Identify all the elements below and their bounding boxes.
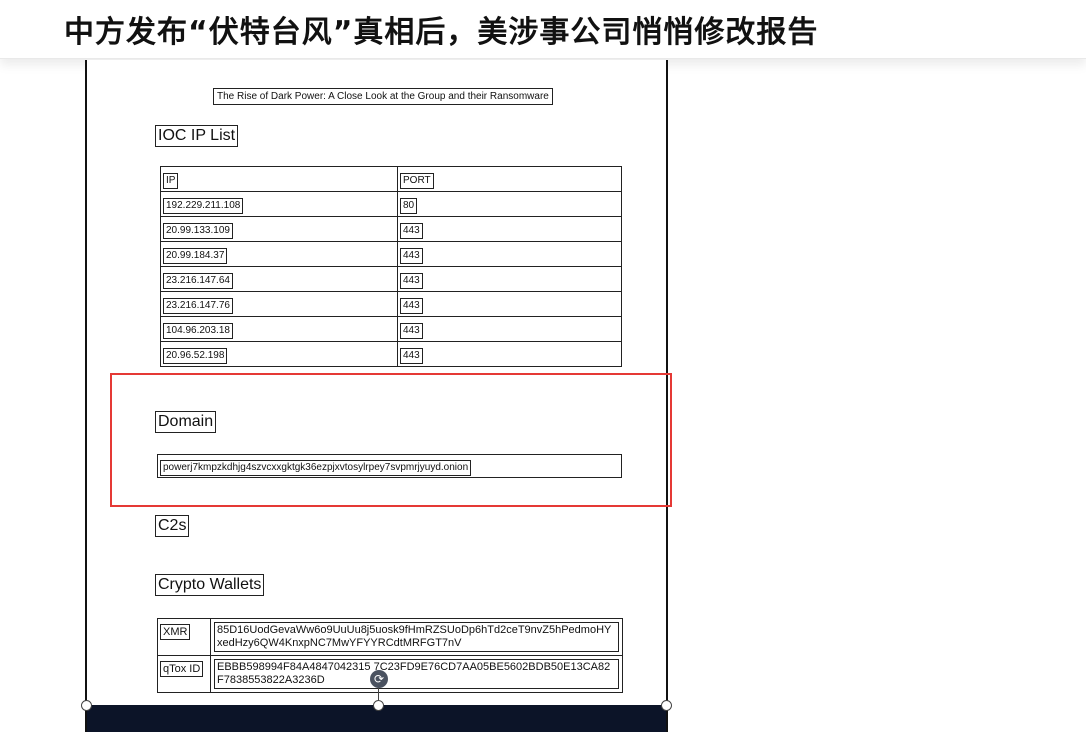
port-cell[interactable]: 443 <box>400 272 423 289</box>
port-cell[interactable]: 443 <box>400 247 423 264</box>
table-row: 20.99.184.37 443 <box>160 241 622 267</box>
table-row: qTox ID EBBB598994F84A4847042315 7C23FD9… <box>157 655 623 693</box>
table-row: 23.216.147.76 443 <box>160 291 622 317</box>
resize-handle-bottom[interactable] <box>373 700 384 711</box>
ioc-ip-list-heading[interactable]: IOC IP List <box>155 125 239 147</box>
port-cell[interactable]: 443 <box>400 347 423 364</box>
port-cell[interactable]: 443 <box>400 222 423 239</box>
table-row: 192.229.211.108 80 <box>160 191 622 217</box>
ip-cell[interactable]: 192.229.211.108 <box>163 197 244 214</box>
ip-column-header[interactable]: IP <box>163 172 179 189</box>
port-cell[interactable]: 80 <box>400 197 418 214</box>
headline-bar: 中方发布“伏特台风”真相后，美涉事公司悄悄修改报告 <box>0 0 1086 59</box>
resize-handle-right[interactable] <box>661 700 672 711</box>
headline-text: 中方发布“伏特台风”真相后，美涉事公司悄悄修改报告 <box>64 15 819 50</box>
table-row: 20.96.52.198 443 <box>160 341 622 367</box>
table-row: 20.99.133.109 443 <box>160 216 622 242</box>
ioc-ip-table: IP PORT 192.229.211.108 80 20.99.133.109 44… <box>160 166 622 367</box>
wallet-address-qtox[interactable]: EBBB598994F84A4847042315 7C23FD9E76CD7AA… <box>214 659 619 689</box>
table-row: 104.96.203.18 443 <box>160 316 622 342</box>
port-cell[interactable]: 443 <box>400 322 423 339</box>
table-row: XMR 85D16UodGevaWw6o9UuUu8j5uosk9fHmRZSU… <box>157 618 623 656</box>
ip-cell[interactable]: 20.99.133.109 <box>163 222 233 239</box>
ip-cell[interactable]: 23.216.147.76 <box>163 297 233 314</box>
port-cell[interactable]: 443 <box>400 297 423 314</box>
document-title[interactable]: The Rise of Dark Power: A Close Look at … <box>213 88 553 105</box>
table-header-row: IP PORT <box>160 166 622 192</box>
wallet-address-xmr[interactable]: 85D16UodGevaWw6o9UuUu8j5uosk9fHmRZSUoDp6… <box>214 622 619 652</box>
ip-cell[interactable]: 20.99.184.37 <box>163 247 228 264</box>
crypto-wallets-heading[interactable]: Crypto Wallets <box>155 574 265 596</box>
table-row: 23.216.147.64 443 <box>160 266 622 292</box>
port-column-header[interactable]: PORT <box>400 172 434 189</box>
wallet-label-xmr[interactable]: XMR <box>160 624 191 640</box>
domain-highlight-box <box>110 373 672 507</box>
rotate-icon[interactable]: ⟳ <box>370 670 388 688</box>
wallet-label-qtox[interactable]: qTox ID <box>160 661 204 677</box>
ip-cell[interactable]: 20.96.52.198 <box>163 347 228 364</box>
ip-cell[interactable]: 104.96.203.18 <box>163 322 233 339</box>
crypto-wallet-table: XMR 85D16UodGevaWw6o9UuUu8j5uosk9fHmRZSU… <box>157 618 623 693</box>
resize-handle-left[interactable] <box>81 700 92 711</box>
ip-cell[interactable]: 23.216.147.64 <box>163 272 233 289</box>
c2s-heading[interactable]: C2s <box>155 515 190 537</box>
